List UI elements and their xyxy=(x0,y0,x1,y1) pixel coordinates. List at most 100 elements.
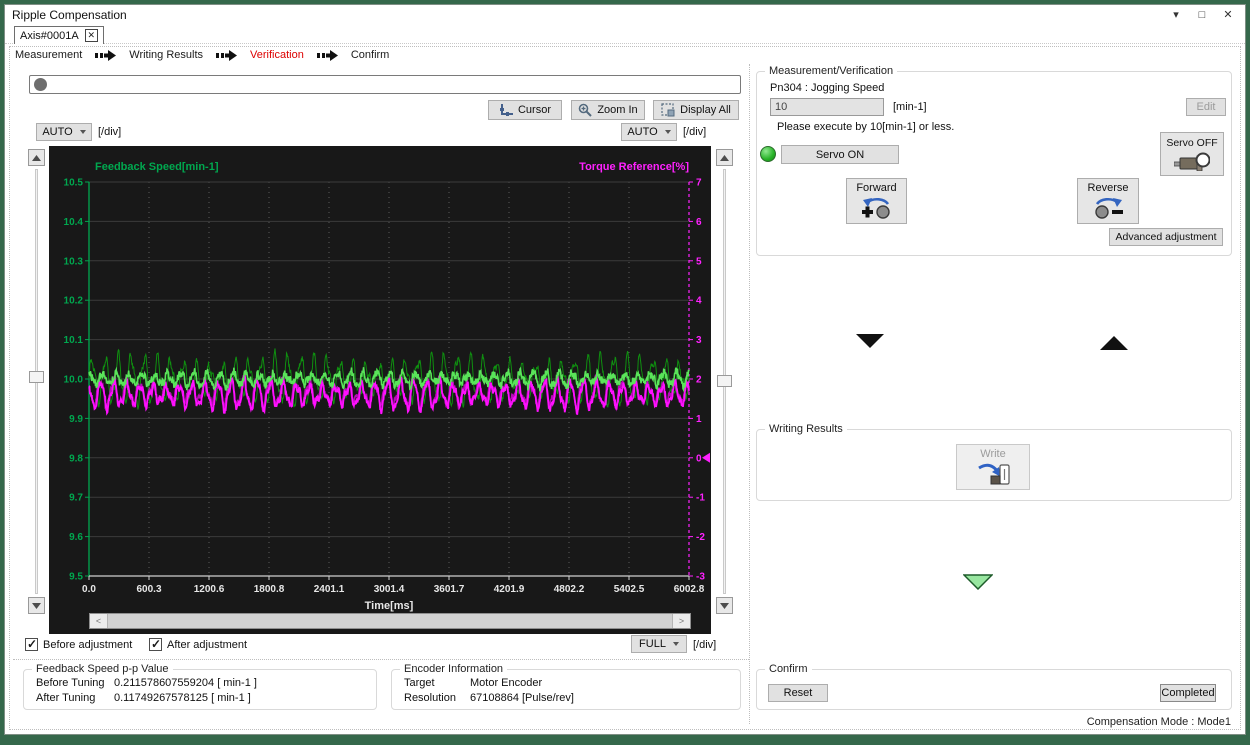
svg-text:9.9: 9.9 xyxy=(69,414,83,425)
svg-text:600.3: 600.3 xyxy=(136,584,161,595)
compensation-mode-label: Compensation Mode : Mode1 xyxy=(1086,716,1231,728)
group-title: Feedback Speed p-p Value xyxy=(32,663,173,675)
tab-label: Axis#0001A xyxy=(20,29,79,42)
servo-motor-icon xyxy=(1174,152,1210,171)
chevron-down-icon xyxy=(672,642,679,646)
minimize-icon[interactable]: ▾ xyxy=(1165,6,1187,23)
after-adjustment-label: After adjustment xyxy=(167,638,248,651)
ripple-compensation-window: Ripple Compensation ▾ □ ✕ Axis#0001A ✕ M… xyxy=(4,4,1246,735)
svg-text:3001.4: 3001.4 xyxy=(374,584,405,595)
svg-text:10.1: 10.1 xyxy=(64,335,84,346)
group-title: Confirm xyxy=(765,663,812,675)
flow-arrow-icon xyxy=(316,49,338,61)
pp-after-unit: [ min-1 ] xyxy=(211,692,251,704)
slider-up-button[interactable] xyxy=(716,149,733,166)
write-button[interactable]: Write xyxy=(956,444,1030,490)
flow-arrow-icon xyxy=(95,49,117,61)
advanced-adjustment-button[interactable]: Advanced adjustment xyxy=(1109,228,1223,246)
flow-up-triangle xyxy=(1100,336,1128,350)
reverse-label: Reverse xyxy=(1087,182,1129,194)
position-dot xyxy=(34,78,47,91)
svg-text:9.7: 9.7 xyxy=(69,493,83,504)
before-adjustment-label: Before adjustment xyxy=(43,638,133,651)
jogging-speed-input[interactable]: 10 xyxy=(770,98,884,116)
pp-after-row: After Tuning 0.11749267578125 [ min-1 ] xyxy=(36,692,251,704)
desktop-frame: Ripple Compensation ▾ □ ✕ Axis#0001A ✕ M… xyxy=(0,0,1250,745)
slider-up-button[interactable] xyxy=(28,149,45,166)
reverse-button[interactable]: Reverse xyxy=(1077,178,1139,224)
flow-arrow-icon xyxy=(216,49,238,61)
svg-text:1: 1 xyxy=(696,414,702,425)
waveform-plot[interactable]: 10.510.410.310.210.110.09.99.89.79.69.57… xyxy=(49,146,711,612)
slider-down-button[interactable] xyxy=(28,597,45,614)
encoder-resolution-row: Resolution 67108864 [Pulse/rev] xyxy=(404,692,574,704)
checkbox-checked-icon[interactable] xyxy=(25,637,38,651)
svg-text:6: 6 xyxy=(696,217,702,228)
display-all-button[interactable]: Display All xyxy=(653,100,739,120)
scroll-thumb[interactable] xyxy=(107,614,673,628)
measurement-verification-group: Measurement/Verification Pn304 : Jogging… xyxy=(756,65,1232,256)
slider-thumb[interactable] xyxy=(29,371,44,383)
bottom-scale-dropdown[interactable]: FULL xyxy=(631,635,687,653)
window-title: Ripple Compensation xyxy=(12,8,127,22)
svg-text:10.0: 10.0 xyxy=(64,375,84,386)
cursor-button[interactable]: Cursor xyxy=(488,100,562,120)
scroll-left-button[interactable]: < xyxy=(90,614,107,628)
edit-button[interactable]: Edit xyxy=(1186,98,1226,116)
pp-value-group: Feedback Speed p-p Value Before Tuning 0… xyxy=(23,663,377,710)
tab-axis0001a[interactable]: Axis#0001A ✕ xyxy=(14,26,104,44)
maximize-icon[interactable]: □ xyxy=(1191,6,1213,23)
encoder-target-label: Target xyxy=(404,677,435,689)
left-per-div-label: [/div] xyxy=(98,126,122,138)
left-scale-dropdown[interactable]: AUTO xyxy=(36,123,92,141)
encoder-resolution-value: 67108864 [Pulse/rev] xyxy=(470,692,574,704)
svg-text:3601.7: 3601.7 xyxy=(434,584,465,595)
svg-text:Feedback Speed[min-1]: Feedback Speed[min-1] xyxy=(95,161,219,173)
tab-strip: Axis#0001A ✕ xyxy=(5,25,1245,44)
pp-before-label: Before Tuning xyxy=(36,677,105,689)
horizontal-separator xyxy=(13,659,749,660)
checkbox-checked-icon[interactable] xyxy=(149,637,162,651)
display-all-icon xyxy=(661,103,675,117)
pp-before-value: 0.211578607559204 xyxy=(114,677,215,689)
forward-button[interactable]: Forward xyxy=(846,178,907,224)
forward-label: Forward xyxy=(856,182,897,194)
svg-text:0.0: 0.0 xyxy=(82,584,96,595)
right-scale-dropdown[interactable]: AUTO xyxy=(621,123,677,141)
slider-thumb[interactable] xyxy=(717,375,732,387)
reverse-jog-icon xyxy=(1095,197,1123,219)
magnifier-plus-icon xyxy=(579,103,593,117)
breadcrumb: Measurement Writing Results Verification… xyxy=(15,49,389,61)
before-adjustment-checkbox[interactable]: Before adjustment xyxy=(25,637,133,651)
completed-button[interactable]: Completed xyxy=(1160,684,1216,702)
after-adjustment-checkbox[interactable]: After adjustment xyxy=(149,637,248,651)
chart-panel[interactable]: 10.5 10.4 10.3 10.2 10.1 10.0 9.9 9.8 9.7 9.6 9.5 7… xyxy=(49,146,711,634)
triangle-up-icon xyxy=(32,154,41,161)
client-area: Measurement Writing Results Verification… xyxy=(5,44,1245,734)
flow-green-triangle xyxy=(963,574,993,590)
svg-text:2401.1: 2401.1 xyxy=(314,584,345,595)
servo-off-button[interactable]: Servo OFF xyxy=(1160,132,1224,176)
tab-close-icon[interactable]: ✕ xyxy=(84,29,98,42)
pp-before-unit: [ min-1 ] xyxy=(217,677,257,689)
cursor-button-label: Cursor xyxy=(517,104,551,116)
encoder-resolution-label: Resolution xyxy=(404,692,456,704)
scroll-right-button[interactable]: > xyxy=(673,614,690,628)
right-scale-slider xyxy=(716,149,733,614)
slider-down-button[interactable] xyxy=(716,597,733,614)
zoom-in-button-label: Zoom In xyxy=(597,104,638,116)
servo-on-button[interactable]: Servo ON xyxy=(781,145,899,164)
forward-jog-icon xyxy=(861,197,890,219)
close-icon[interactable]: ✕ xyxy=(1217,6,1239,23)
zoom-in-button[interactable]: Zoom In xyxy=(571,100,645,120)
write-label: Write xyxy=(980,448,1006,460)
pp-after-label: After Tuning xyxy=(36,692,96,704)
svg-text:10.5: 10.5 xyxy=(64,178,84,189)
svg-text:5: 5 xyxy=(696,256,702,267)
svg-text:10.2: 10.2 xyxy=(64,296,84,307)
chevron-down-icon xyxy=(79,130,86,134)
reset-button[interactable]: Reset xyxy=(768,684,828,702)
jogging-note: Please execute by 10[min-1] or less. xyxy=(777,121,955,133)
svg-text:7: 7 xyxy=(696,178,702,189)
right-per-div-label: [/div] xyxy=(683,126,707,138)
